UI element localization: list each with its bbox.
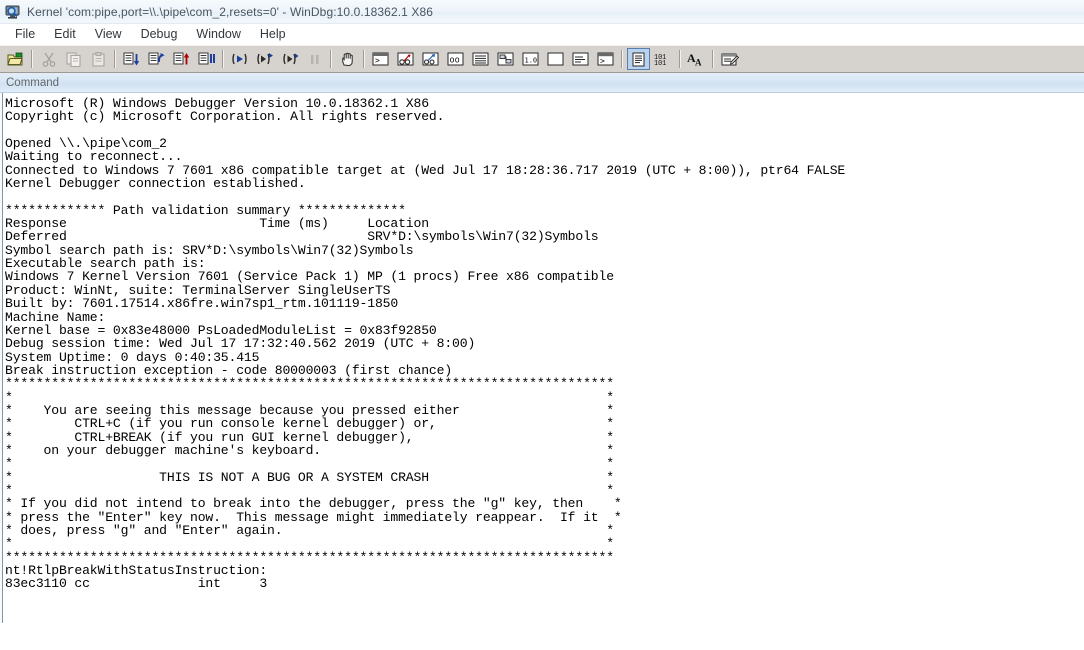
toolbar: >_ oo 1.0 >_ 101 101 A A <box>0 45 1084 73</box>
options-icon[interactable] <box>718 48 741 70</box>
command-window-icon[interactable]: >_ <box>369 48 392 70</box>
menu-edit[interactable]: Edit <box>45 25 86 44</box>
break-hand-icon[interactable] <box>336 48 359 70</box>
svg-text:101: 101 <box>654 60 666 67</box>
menu-help[interactable]: Help <box>251 25 296 44</box>
call-stack-window-icon[interactable] <box>494 48 517 70</box>
toolbar-separator <box>330 50 332 68</box>
run-to-cursor-icon[interactable] <box>195 48 218 70</box>
scratch-pad-icon[interactable] <box>544 48 567 70</box>
step-over-icon[interactable] <box>145 48 168 70</box>
copy-icon[interactable] <box>62 48 85 70</box>
restart-icon[interactable] <box>253 48 276 70</box>
processes-threads-icon[interactable] <box>569 48 592 70</box>
registers-window-icon[interactable]: oo <box>444 48 467 70</box>
command-pane-header[interactable]: Command <box>0 73 1084 93</box>
menu-window[interactable]: Window <box>187 25 250 44</box>
svg-text:>_: >_ <box>600 57 610 66</box>
menu-view[interactable]: View <box>86 25 132 44</box>
toolbar-separator <box>114 50 116 68</box>
toolbar-separator <box>222 50 224 68</box>
go-icon[interactable] <box>228 48 251 70</box>
menu-debug[interactable]: Debug <box>132 25 188 44</box>
toolbar-separator <box>621 50 623 68</box>
window-title: Kernel 'com:pipe,port=\\.\pipe\com_2,res… <box>27 4 434 19</box>
open-source-file-icon[interactable] <box>4 48 27 70</box>
svg-text:>_: >_ <box>375 56 385 65</box>
title-bar: Kernel 'com:pipe,port=\\.\pipe\com_2,res… <box>0 0 1084 24</box>
menu-bar: File Edit View Debug Window Help <box>0 24 1084 45</box>
svg-text:1.0: 1.0 <box>525 57 538 65</box>
command-browser-icon[interactable]: >_ <box>594 48 617 70</box>
disassembly-window-icon[interactable]: 1.0 <box>519 48 542 70</box>
watch-window-icon[interactable] <box>394 48 417 70</box>
assembly-mode-icon[interactable]: 101 101 <box>652 48 675 70</box>
debugger-output-text: Microsoft (R) Windows Debugger Version 1… <box>5 96 846 592</box>
locals-window-icon[interactable] <box>419 48 442 70</box>
svg-text:oo: oo <box>450 56 460 66</box>
cut-icon[interactable] <box>37 48 60 70</box>
font-icon[interactable]: A A <box>685 48 708 70</box>
windbg-app-icon <box>4 3 22 21</box>
memory-window-icon[interactable] <box>469 48 492 70</box>
step-into-icon[interactable] <box>120 48 143 70</box>
toolbar-separator <box>31 50 33 68</box>
toolbar-separator <box>712 50 714 68</box>
toolbar-separator <box>679 50 681 68</box>
command-output-pane[interactable]: Microsoft (R) Windows Debugger Version 1… <box>0 93 1084 623</box>
source-mode-icon[interactable] <box>627 48 650 70</box>
step-out-icon[interactable] <box>170 48 193 70</box>
command-pane-title: Command <box>6 76 60 89</box>
menu-file[interactable]: File <box>6 25 45 44</box>
toolbar-separator <box>363 50 365 68</box>
break-icon[interactable] <box>303 48 326 70</box>
svg-text:A: A <box>695 57 702 67</box>
stop-debugging-icon[interactable] <box>278 48 301 70</box>
paste-icon[interactable] <box>87 48 110 70</box>
